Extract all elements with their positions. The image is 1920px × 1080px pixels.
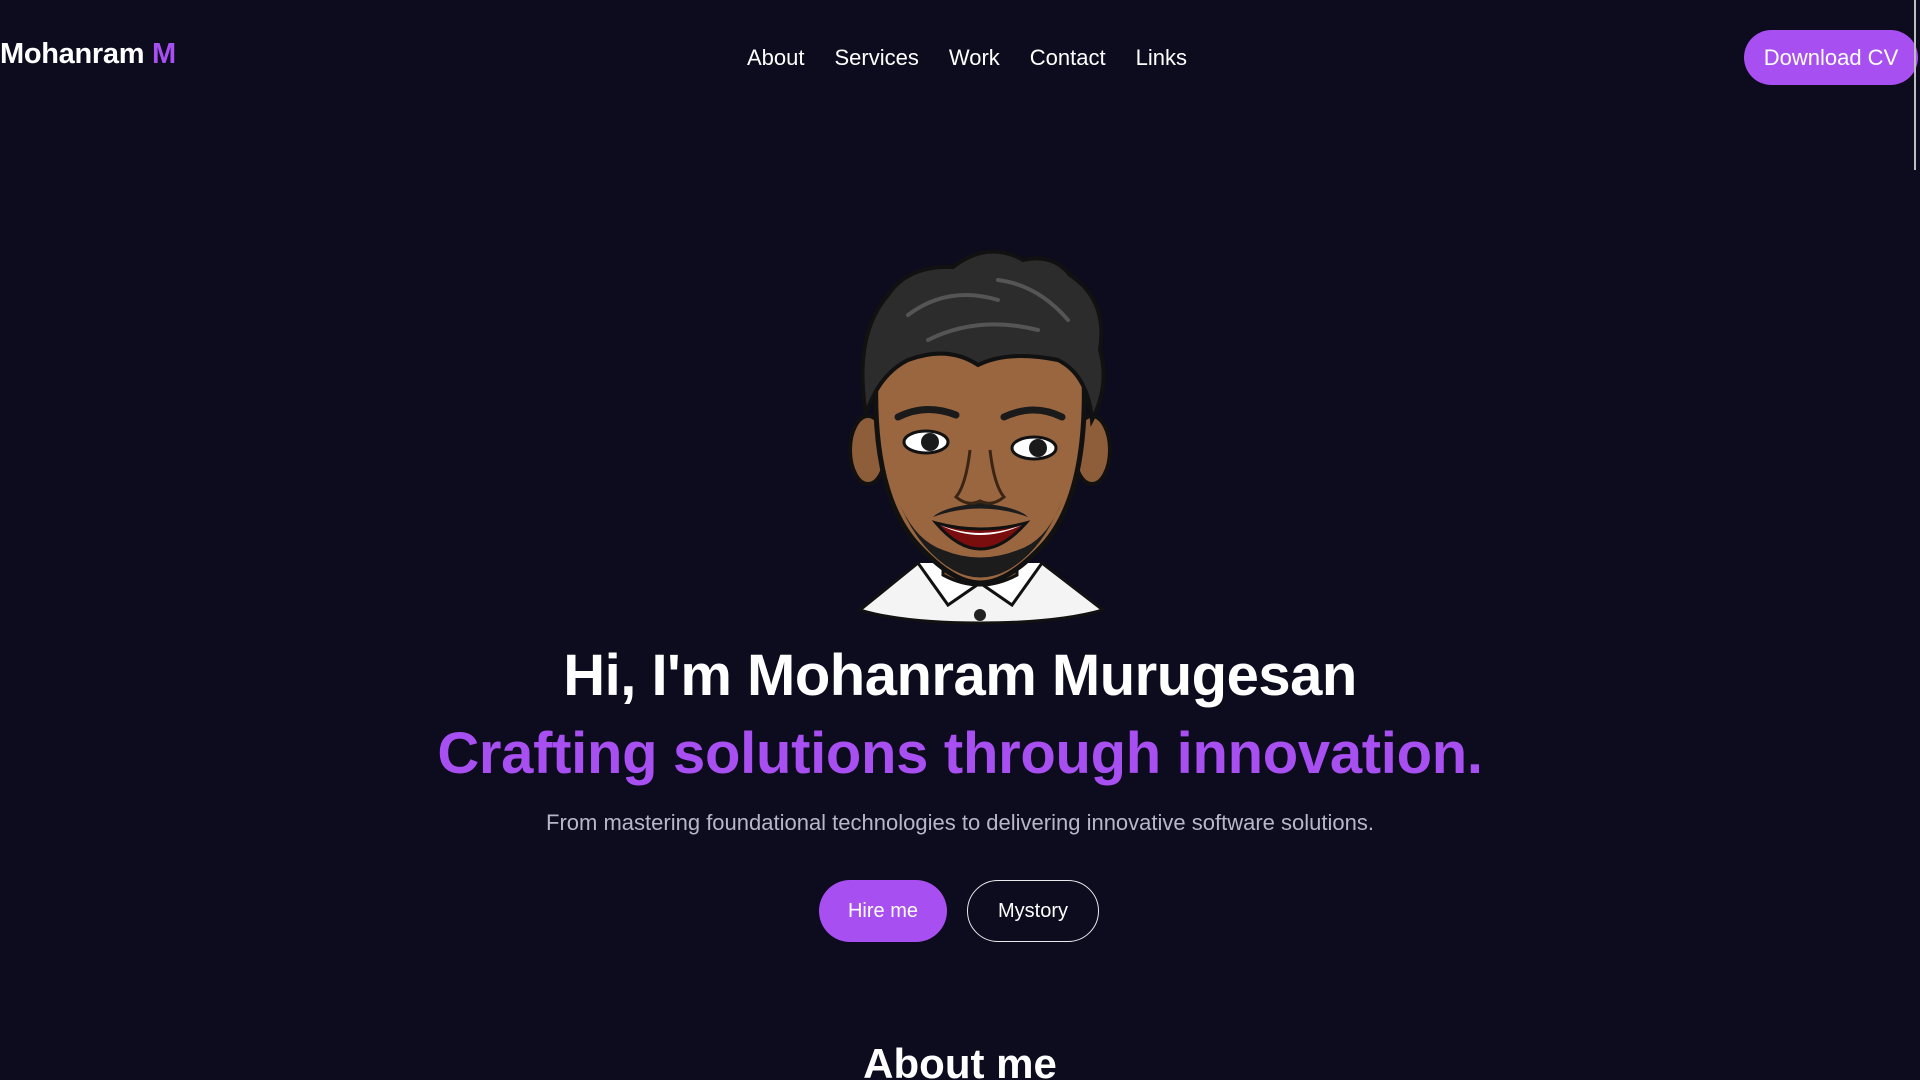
- hero-title: Hi, I'm Mohanram Murugesan: [563, 643, 1357, 708]
- nav-link-services[interactable]: Services: [835, 45, 919, 71]
- logo-initial: M: [152, 38, 176, 70]
- main-nav: About Services Work Contact Links: [747, 45, 1187, 71]
- hero-tagline: Crafting solutions through innovation.: [437, 721, 1483, 786]
- nav-link-work[interactable]: Work: [949, 45, 1000, 71]
- site-logo[interactable]: Mohanram M: [0, 38, 176, 71]
- about-section-heading: About me: [863, 1040, 1057, 1080]
- download-cv-button[interactable]: Download CV: [1744, 30, 1918, 85]
- hero-description: From mastering foundational technologies…: [546, 810, 1374, 835]
- nav-link-links[interactable]: Links: [1136, 45, 1187, 71]
- portfolio-page: Mohanram M About Services Work Contact L…: [0, 0, 1920, 1080]
- nav-link-about[interactable]: About: [747, 45, 805, 71]
- logo-name: Mohanram: [0, 38, 145, 70]
- hire-me-button[interactable]: Hire me: [819, 880, 947, 942]
- mystory-button[interactable]: Mystory: [967, 880, 1099, 942]
- hero-actions: Hire me Mystory: [819, 880, 1099, 942]
- nav-link-contact[interactable]: Contact: [1030, 45, 1106, 71]
- memoji-avatar-icon: [848, 249, 1112, 625]
- scrollbar-thumb[interactable]: [1914, 0, 1916, 170]
- navbar: Mohanram M About Services Work Contact L…: [0, 0, 1920, 118]
